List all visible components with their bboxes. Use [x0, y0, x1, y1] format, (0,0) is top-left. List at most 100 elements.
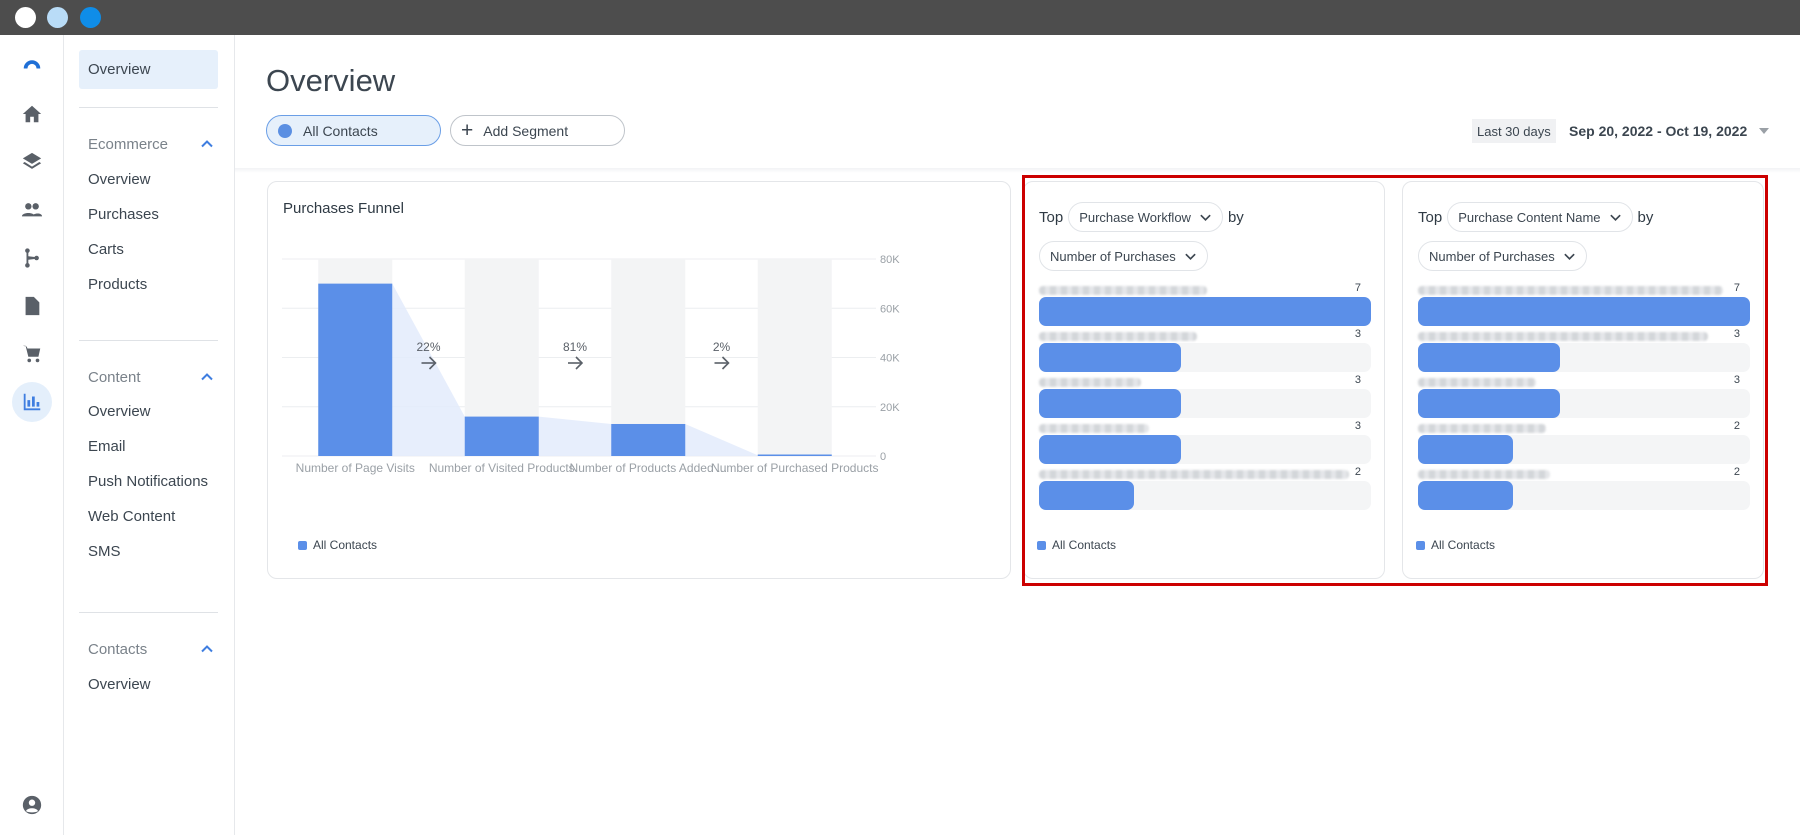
bar-row[interactable]: 3: [1039, 374, 1371, 422]
bar-value-label: 3: [1733, 374, 1740, 386]
plus-icon: +: [461, 119, 474, 142]
arrow-right-icon: [714, 356, 730, 370]
dimension-select[interactable]: Purchase Workflow: [1068, 202, 1223, 232]
x-category-label: Number of Products Added ...: [570, 461, 727, 475]
x-category-label: Number of Page Visits: [296, 461, 415, 475]
bar-fill[interactable]: [1039, 481, 1134, 510]
segment-color-dot: [278, 123, 292, 138]
funnel-column-bg: [757, 259, 832, 456]
nav-carts[interactable]: Carts: [79, 230, 218, 269]
page-title: Overview: [266, 63, 396, 98]
add-segment-button[interactable]: + Add Segment: [450, 115, 625, 146]
bar-row[interactable]: 2: [1039, 466, 1371, 514]
window-titlebar: [0, 0, 1800, 35]
redacted-bar-label: [1418, 470, 1550, 479]
cart-icon[interactable]: [12, 334, 52, 374]
document-icon[interactable]: [12, 286, 52, 326]
top-content-name-bars: 7 3 3 2 2: [1418, 282, 1750, 514]
nav-ecommerce-overview[interactable]: Overview: [79, 160, 218, 199]
bar-value-label: 2: [1354, 466, 1361, 478]
bar-value-label: 2: [1733, 466, 1740, 478]
date-range-picker[interactable]: Sep 20, 2022 - Oct 19, 2022: [1569, 119, 1770, 143]
bar-row[interactable]: 7: [1039, 282, 1371, 330]
bar-fill[interactable]: [1039, 297, 1371, 326]
bar-row[interactable]: 3: [1039, 328, 1371, 376]
home-icon[interactable]: [12, 94, 52, 134]
window-close-button[interactable]: [15, 7, 36, 28]
bar-row[interactable]: 3: [1418, 374, 1750, 422]
bar-row[interactable]: 7: [1418, 282, 1750, 330]
bar-row[interactable]: 2: [1418, 466, 1750, 514]
redacted-bar-label: [1039, 332, 1197, 341]
metric-row: Number of Purchases: [1039, 241, 1208, 271]
date-range-label: Sep 20, 2022 - Oct 19, 2022: [1569, 123, 1748, 139]
date-range-preset[interactable]: Last 30 days: [1472, 119, 1556, 143]
bar-row[interactable]: 3: [1039, 420, 1371, 468]
dimension-value: Purchase Workflow: [1079, 209, 1191, 225]
funnel-bar[interactable]: [757, 454, 832, 457]
funnel-bar[interactable]: [318, 283, 393, 456]
workflow-icon[interactable]: [12, 238, 52, 278]
top-content-name-legend[interactable]: All Contacts: [1416, 538, 1495, 552]
bar-row[interactable]: 3: [1418, 328, 1750, 376]
nav-section-ecommerce[interactable]: Ecommerce: [79, 129, 218, 159]
x-category-label: Number of Purchased Products: [711, 461, 878, 475]
conversion-rate-label: 81%: [563, 340, 587, 354]
redacted-bar-label: [1039, 378, 1141, 387]
brand-logo-icon[interactable]: [12, 43, 52, 83]
dimension-value: Purchase Content Name: [1458, 209, 1601, 225]
layers-icon[interactable]: [12, 142, 52, 182]
top-workflow-card: Top Purchase Workflow by Number of Purch…: [1023, 181, 1385, 579]
bar-fill[interactable]: [1039, 389, 1181, 418]
legend-swatch: [1037, 540, 1046, 550]
bar-fill[interactable]: [1039, 343, 1181, 372]
nav-push-notifications[interactable]: Push Notifications: [79, 462, 218, 501]
chevron-up-icon: [201, 140, 213, 148]
funnel-bar[interactable]: [464, 416, 539, 456]
bar-value-label: 2: [1733, 420, 1740, 432]
legend-label: All Contacts: [1431, 538, 1496, 552]
bar-fill[interactable]: [1418, 435, 1513, 464]
bar-value-label: 3: [1354, 420, 1361, 432]
bar-value-label: 3: [1354, 328, 1361, 340]
redacted-bar-label: [1039, 286, 1207, 295]
window-minimize-button[interactable]: [47, 7, 68, 28]
legend-swatch: [1416, 540, 1425, 550]
nav-email[interactable]: Email: [79, 427, 218, 466]
dimension-select[interactable]: Purchase Content Name: [1447, 202, 1633, 232]
conversion-rate-label: 22%: [416, 340, 440, 354]
segment-label: All Contacts: [303, 122, 378, 139]
account-icon[interactable]: [12, 785, 52, 825]
top-workflow-legend[interactable]: All Contacts: [1037, 538, 1116, 552]
contacts-icon[interactable]: [12, 190, 52, 230]
metric-select[interactable]: Number of Purchases: [1039, 241, 1208, 271]
nav-section-contacts[interactable]: Contacts: [79, 634, 218, 664]
nav-section-label: Content: [88, 368, 141, 386]
window-maximize-button[interactable]: [80, 7, 101, 28]
nav-purchases[interactable]: Purchases: [79, 195, 218, 234]
bar-fill[interactable]: [1418, 481, 1513, 510]
bar-fill[interactable]: [1039, 435, 1181, 464]
bar-fill[interactable]: [1418, 297, 1750, 326]
metric-select[interactable]: Number of Purchases: [1418, 241, 1587, 271]
funnel-bar[interactable]: [611, 423, 686, 456]
bar-fill[interactable]: [1418, 389, 1560, 418]
bar-row[interactable]: 2: [1418, 420, 1750, 468]
analytics-icon[interactable]: [12, 382, 52, 422]
caret-down-icon: [1759, 128, 1770, 134]
chevron-down-icon: [1609, 214, 1621, 221]
top-content-name-card: Top Purchase Content Name by Number of P…: [1402, 181, 1764, 579]
nav-products[interactable]: Products: [79, 265, 218, 304]
segment-all-contacts[interactable]: All Contacts: [266, 115, 441, 146]
nav-content-overview[interactable]: Overview: [79, 392, 218, 431]
nav-contacts-overview[interactable]: Overview: [79, 665, 218, 704]
header-divider: [235, 168, 1800, 173]
nav-sms[interactable]: SMS: [79, 532, 218, 571]
nav-web-content[interactable]: Web Content: [79, 497, 218, 536]
nav-overview[interactable]: Overview: [79, 50, 218, 89]
x-category-label: Number of Visited Products: [429, 461, 575, 475]
funnel-legend[interactable]: All Contacts: [298, 538, 377, 552]
y-tick-label: 0: [880, 451, 886, 463]
nav-section-content[interactable]: Content: [79, 362, 218, 392]
bar-fill[interactable]: [1418, 343, 1560, 372]
